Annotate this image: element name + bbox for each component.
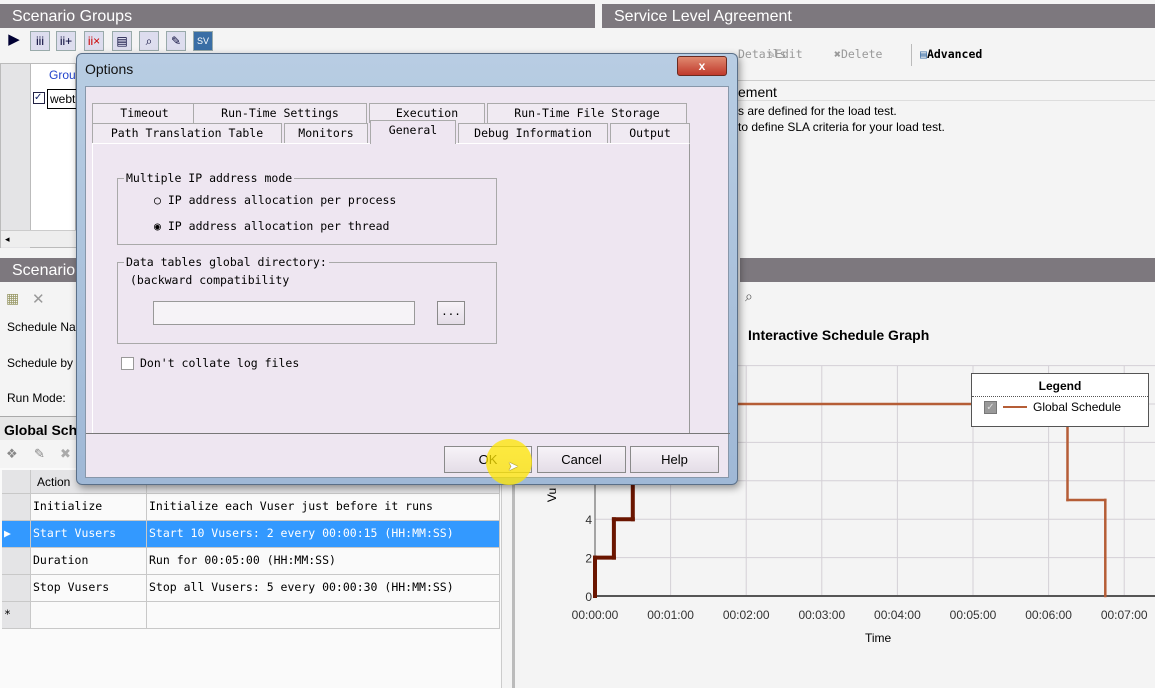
- sla-edit-button[interactable]: ✎Edit: [768, 47, 803, 61]
- legend-title: Legend: [972, 374, 1148, 397]
- tab-debug-information[interactable]: Debug Information: [458, 123, 608, 143]
- row-selector[interactable]: [2, 494, 31, 521]
- zoom-icon[interactable]: ⌕: [745, 288, 753, 305]
- collate-log-checkbox[interactable]: Don't collate log files: [121, 356, 299, 370]
- ip-mode-group: Multiple IP address mode ○ IP address al…: [117, 171, 497, 245]
- table-cell-action[interactable]: Start Vusers: [31, 521, 147, 548]
- radio-ip-per-thread[interactable]: ◉ IP address allocation per thread: [154, 219, 389, 233]
- data-tables-directory-input[interactable]: [153, 301, 415, 325]
- y-tick-label: 2: [585, 552, 592, 566]
- x-tick-label: 00:00:00: [572, 608, 619, 622]
- x-axis-label: Time: [865, 631, 892, 645]
- legend-line-swatch: [1003, 406, 1027, 408]
- table-cell[interactable]: [147, 602, 500, 629]
- scenario-groups-title: Scenario Groups: [0, 4, 595, 28]
- sla-header: ement: [738, 80, 1155, 101]
- edit-script-icon[interactable]: ✎: [166, 31, 186, 51]
- radio-ip-per-process[interactable]: ○ IP address allocation per process: [154, 193, 396, 207]
- table-cell-properties[interactable]: Run for 00:05:00 (HH:MM:SS): [147, 548, 500, 575]
- new-row-marker[interactable]: *: [2, 602, 31, 629]
- radio-selected-icon: ◉: [154, 219, 161, 233]
- delete-icon: ✖: [834, 47, 841, 61]
- tab-panel-general: Multiple IP address mode ○ IP address al…: [92, 143, 690, 434]
- horizontal-scrollbar[interactable]: ◂: [1, 230, 77, 247]
- dialog-body: Multiple IP address mode ○ IP address al…: [85, 86, 730, 485]
- schedule-by-label: Schedule by: [7, 356, 74, 370]
- graph-title: Interactive Schedule Graph: [748, 327, 930, 343]
- tab-path-translation-table[interactable]: Path Translation Table: [92, 123, 282, 143]
- x-tick-label: 00:07:00: [1101, 608, 1148, 622]
- table-cell-action[interactable]: Stop Vusers: [31, 575, 147, 602]
- row-selector[interactable]: ▶: [2, 521, 31, 548]
- pencil-icon: ✎: [768, 47, 775, 61]
- table-cell[interactable]: [31, 602, 147, 629]
- new-schedule-icon[interactable]: ▦: [6, 290, 19, 307]
- tab-monitors[interactable]: Monitors: [284, 123, 368, 143]
- groups-grid: Group ✓ webt ◂: [0, 63, 82, 248]
- close-button[interactable]: x: [677, 56, 727, 76]
- x-tick-label: 00:06:00: [1025, 608, 1072, 622]
- row-selector[interactable]: [2, 575, 31, 602]
- add-action-icon[interactable]: ❖: [6, 446, 18, 462]
- legend-checkbox[interactable]: ✓: [984, 400, 997, 414]
- global-schedule-table: Action Initialize Initialize each Vuser j…: [0, 468, 502, 688]
- graph-panel-titlebar: [740, 258, 1155, 282]
- scenario-groups-toolbar: ▶ iii ii+ ii× ▤ ⌕ ✎ SV: [0, 29, 595, 55]
- group-name-cell[interactable]: webt: [47, 89, 77, 109]
- group-enabled-checkbox[interactable]: ✓: [33, 92, 45, 104]
- x-tick-label: 00:05:00: [950, 608, 997, 622]
- x-tick-label: 00:02:00: [723, 608, 770, 622]
- x-tick-label: 00:03:00: [798, 608, 845, 622]
- sv-icon[interactable]: SV: [193, 31, 213, 51]
- table-cell-action[interactable]: Initialize: [31, 494, 147, 521]
- data-tables-group: Data tables global directory: (backward …: [117, 255, 497, 344]
- x-tick-label: 00:04:00: [874, 608, 921, 622]
- table-cell-action[interactable]: Duration: [31, 548, 147, 575]
- sla-delete-button[interactable]: ✖Delete: [834, 47, 882, 61]
- table-cell-properties[interactable]: Initialize each Vuser just before it run…: [147, 494, 500, 521]
- x-tick-label: 00:01:00: [647, 608, 694, 622]
- radio-icon: ○: [154, 193, 161, 207]
- table-cell-properties[interactable]: Start 10 Vusers: 2 every 00:00:15 (HH:MM…: [147, 521, 500, 548]
- options-dialog: Options x Multiple IP address mode ○ IP …: [76, 53, 738, 485]
- add-vusers-icon[interactable]: ii+: [56, 31, 76, 51]
- details-icon[interactable]: ▤: [112, 31, 132, 51]
- table-cell-properties[interactable]: Stop all Vusers: 5 every 00:00:30 (HH:MM…: [147, 575, 500, 602]
- data-tables-subtitle: (backward compatibility: [130, 273, 290, 287]
- dialog-title: Options: [85, 61, 134, 77]
- y-tick-label: 0: [585, 590, 592, 604]
- sla-title: Service Level Agreement: [602, 4, 1155, 28]
- tab-run-time-settings[interactable]: Run-Time Settings: [193, 103, 367, 123]
- sla-info-line1: s are defined for the load test.: [738, 104, 897, 118]
- sla-info-line2: to define SLA criteria for your load tes…: [738, 120, 945, 134]
- y-tick-label: 4: [585, 513, 592, 527]
- schedule-name-label: Schedule Na: [7, 320, 76, 334]
- legend-item-label: Global Schedule: [1033, 400, 1122, 414]
- remove-vusers-icon[interactable]: ii×: [84, 31, 104, 51]
- tab-run-time-file-storage[interactable]: Run-Time File Storage: [487, 103, 687, 123]
- vusers-icon[interactable]: iii: [30, 31, 50, 51]
- delete-schedule-icon[interactable]: ✕: [32, 290, 45, 308]
- tab-general[interactable]: General: [370, 120, 456, 144]
- tab-output[interactable]: Output: [610, 123, 690, 143]
- browse-button[interactable]: ...: [437, 301, 465, 325]
- run-mode-label: Run Mode:: [7, 391, 66, 405]
- edit-action-icon[interactable]: ✎: [34, 446, 45, 462]
- play-icon[interactable]: ▶: [4, 31, 24, 51]
- delete-action-icon[interactable]: ✖: [60, 446, 71, 462]
- tab-timeout[interactable]: Timeout: [92, 103, 197, 123]
- view-script-icon[interactable]: ⌕: [139, 31, 159, 51]
- row-selector[interactable]: [2, 548, 31, 575]
- sla-advanced-button[interactable]: ▤Advanced: [920, 47, 982, 61]
- cancel-button[interactable]: Cancel: [537, 446, 626, 473]
- mouse-cursor-icon: ➤: [508, 457, 519, 478]
- help-button[interactable]: Help: [630, 446, 719, 473]
- checkbox-icon: [121, 356, 134, 370]
- legend: Legend ✓ Global Schedule: [971, 373, 1149, 427]
- advanced-icon: ▤: [920, 47, 927, 61]
